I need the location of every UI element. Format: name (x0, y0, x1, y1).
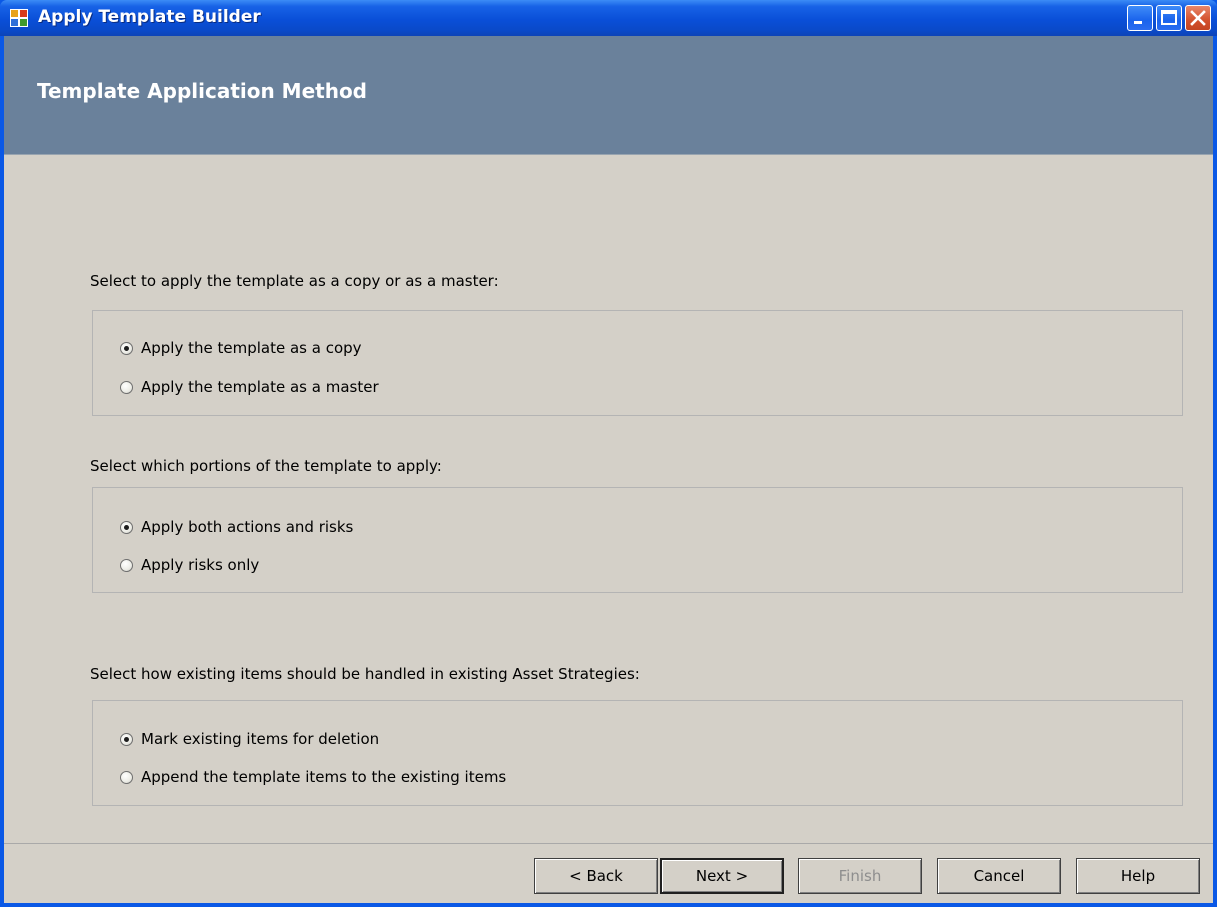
radio-label: Apply the template as a copy (141, 339, 362, 357)
radio-option-append[interactable]: Append the template items to the existin… (120, 768, 506, 786)
radio-button-checked[interactable] (120, 520, 133, 534)
close-icon (1190, 10, 1206, 26)
minimize-icon (1134, 21, 1142, 24)
cancel-button[interactable]: Cancel (937, 858, 1061, 894)
title-bar[interactable]: Apply Template Builder (0, 0, 1217, 36)
radio-option-mark-deletion[interactable]: Mark existing items for deletion (120, 730, 379, 748)
radio-label: Apply both actions and risks (141, 518, 354, 536)
radio-button[interactable] (120, 380, 133, 394)
radio-option-master[interactable]: Apply the template as a master (120, 378, 379, 396)
radio-label: Apply risks only (141, 556, 260, 574)
back-button[interactable]: < Back (534, 858, 658, 894)
wizard-footer: < Back Next > Finish Cancel Help (4, 844, 1213, 903)
radio-label: Apply the template as a master (141, 378, 379, 396)
window-title: Apply Template Builder (38, 7, 261, 27)
section-prompt-portions: Select which portions of the template to… (90, 457, 442, 475)
radio-button-checked[interactable] (120, 732, 133, 746)
wizard-body: Select to apply the template as a copy o… (4, 155, 1213, 843)
help-button[interactable]: Help (1076, 858, 1200, 894)
radio-option-copy[interactable]: Apply the template as a copy (120, 339, 362, 357)
app-icon (10, 9, 28, 27)
radio-label: Append the template items to the existin… (141, 768, 507, 786)
radio-button-checked[interactable] (120, 341, 133, 355)
finish-button[interactable]: Finish (798, 858, 922, 894)
close-button[interactable] (1185, 5, 1211, 31)
radio-label: Mark existing items for deletion (141, 730, 380, 748)
maximize-icon (1161, 10, 1177, 25)
page-title: Template Application Method (37, 79, 367, 103)
wizard-header: Template Application Method (4, 36, 1213, 155)
next-button[interactable]: Next > (660, 858, 784, 894)
section-prompt-copy-master: Select to apply the template as a copy o… (90, 272, 499, 290)
radio-option-actions-risks[interactable]: Apply both actions and risks (120, 518, 353, 536)
radio-button[interactable] (120, 558, 133, 572)
dialog-window: Apply Template Builder Template Applicat… (0, 0, 1217, 907)
radio-option-risks-only[interactable]: Apply risks only (120, 556, 259, 574)
minimize-button[interactable] (1127, 5, 1153, 31)
groupbox-copy-master: Apply the template as a copy Apply the t… (92, 310, 1183, 416)
groupbox-portions: Apply both actions and risks Apply risks… (92, 487, 1183, 593)
dialog-client-area: Template Application Method Select to ap… (4, 36, 1213, 903)
radio-button[interactable] (120, 770, 133, 784)
groupbox-existing-items: Mark existing items for deletion Append … (92, 700, 1183, 806)
section-prompt-existing-items: Select how existing items should be hand… (90, 665, 640, 683)
maximize-button[interactable] (1156, 5, 1182, 31)
